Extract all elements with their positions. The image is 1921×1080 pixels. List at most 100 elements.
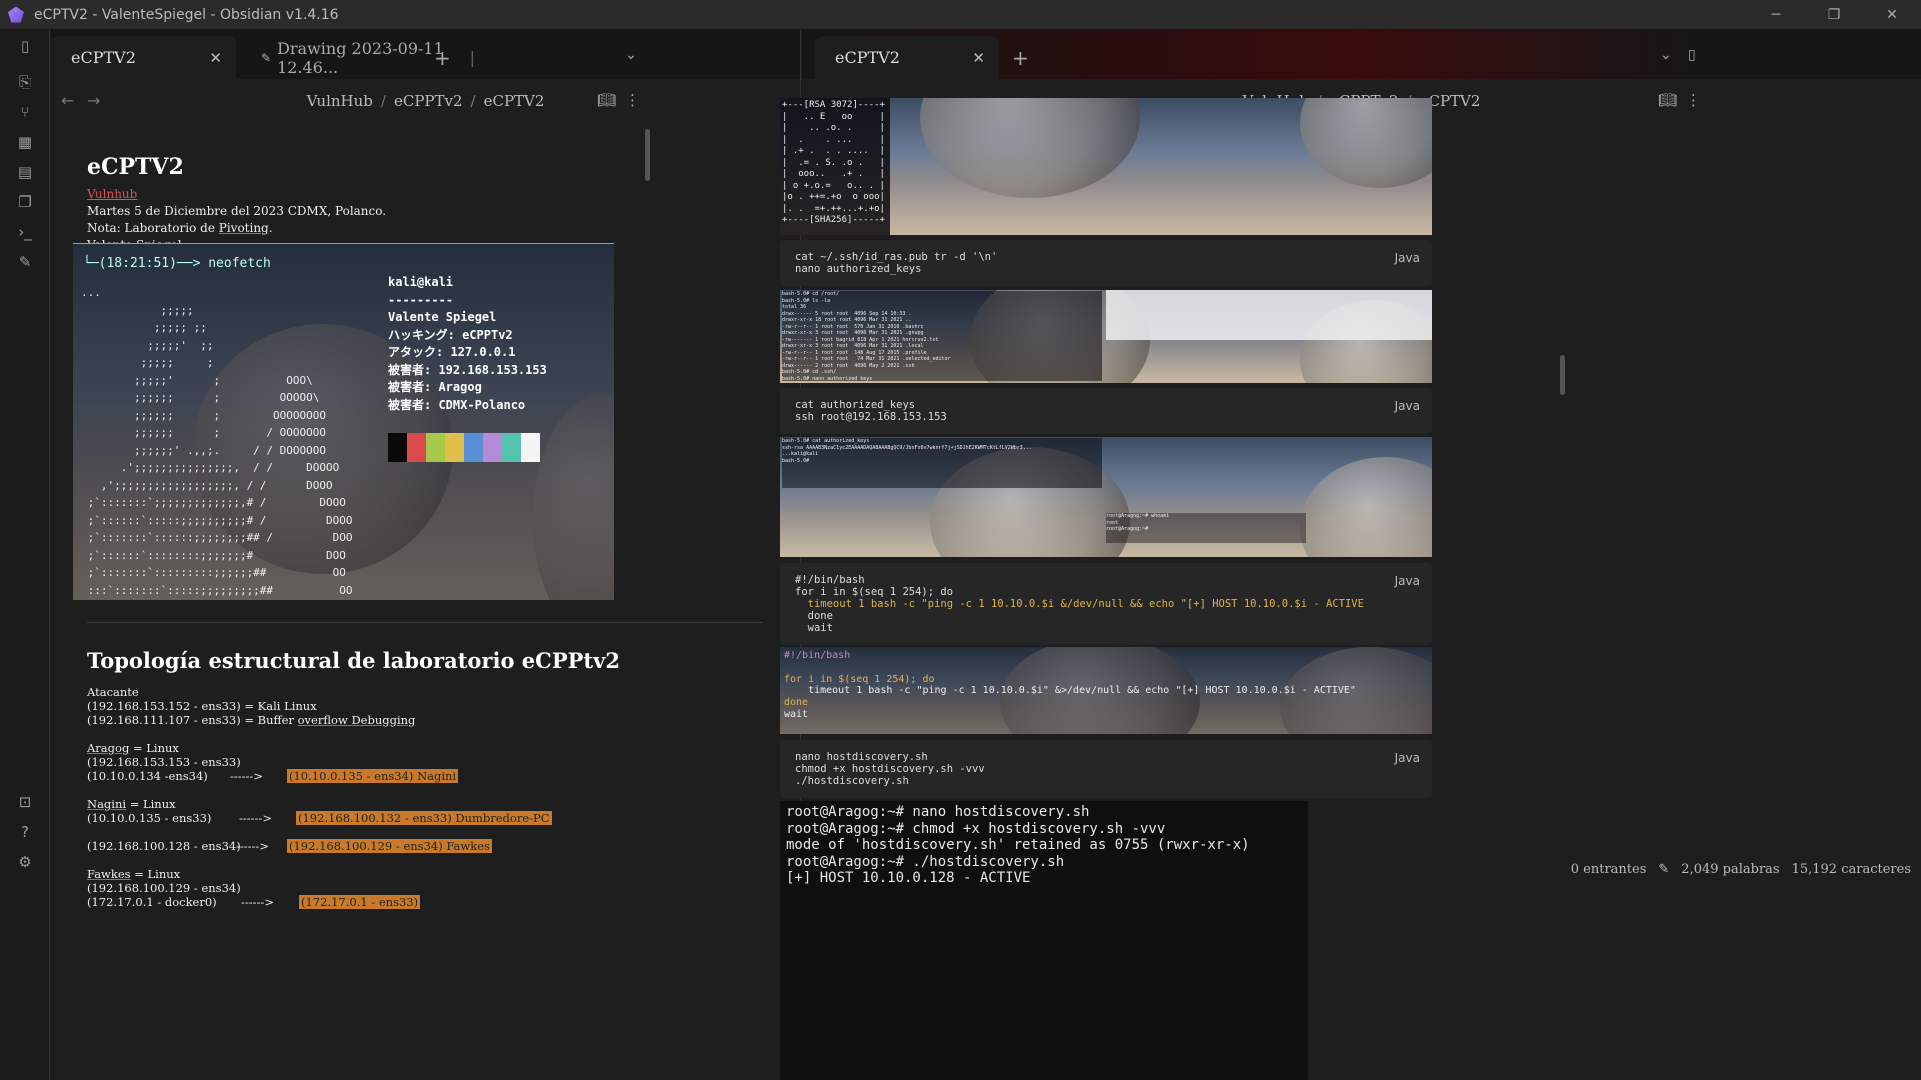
code-line: ssh root@192.168.153.153 [795, 411, 947, 423]
palette-swatch [502, 433, 521, 462]
arrow: ------> [236, 839, 269, 853]
code-line: done [795, 610, 833, 622]
neofetch-info: kali@kali --------- Valente Spiegel ハッキン… [388, 275, 547, 412]
reading-view-icon[interactable]: 📖︎ [1658, 91, 1677, 109]
atacante-line: (192.168.153.152 - ens33) = Kali Linux [87, 699, 317, 713]
fawkes-line: (192.168.100.129 - ens34) [87, 881, 241, 895]
terminal-text: root@Aragog:~# whoami root root@Aragog:~… [1106, 513, 1306, 543]
highlighted-target: (192.168.100.132 - ens33) Dumbredore-PC [296, 811, 552, 825]
aragog-line: (192.168.153.153 - ens33) [87, 755, 241, 769]
title-bar: eCPTV2 - ValenteSpiegel - Obsidian v1.4.… [0, 0, 1921, 29]
palette-swatch [388, 433, 407, 462]
code-block[interactable]: Java #!/bin/bash for i in $(seq 1 254); … [780, 563, 1432, 645]
horizontal-rule [87, 622, 763, 623]
code-line: cat ~/.ssh/id_ras.pub tr -d '\n' [795, 251, 998, 263]
more-options-icon[interactable]: ⋮ [1686, 91, 1701, 109]
ascii-art: ... ;;;;; ;;;;; ;; ;;;;;' ;; ;;;;; ; ;;;… [81, 286, 353, 597]
code-line: ./hostdiscovery.sh [795, 775, 909, 787]
left-note-content[interactable]: eCPTV2 Vulnhub Martes 5 de Diciembre del… [51, 29, 800, 1080]
code-block[interactable]: Java cat authorized_keys ssh root@192.16… [780, 388, 1432, 434]
script-screenshot: #!/bin/bash for i in $(seq 1 254); do ti… [780, 647, 1432, 734]
neofetch-screenshot: └─(18:21:51)──> neofetch ... ;;;;; ;;;;;… [73, 243, 614, 600]
daily-note-icon[interactable]: ▤ [14, 161, 36, 183]
right-scrollbar[interactable] [1560, 355, 1565, 395]
backlinks-count[interactable]: 0 entrantes [1571, 862, 1647, 877]
code-language-label: Java [1394, 574, 1420, 588]
arrow: ------> [241, 895, 274, 909]
vault-switcher-icon[interactable]: ⊡ [14, 791, 36, 813]
tab-ecptv2-right[interactable]: eCPTV2 ✕ [815, 36, 999, 79]
right-tab-bar: eCPTV2 ✕ + ⌄ ▯ [802, 29, 1921, 79]
code-line: cat authorized_keys [795, 399, 916, 411]
vulnhub-link[interactable]: Vulnhub [87, 187, 137, 201]
terminal-text: bash-5.0# cat authorized_keys ssh-rsa AA… [782, 438, 1102, 488]
palette-swatch [445, 433, 464, 462]
highlighted-target: (10.10.0.135 - ens34) Nagini [287, 769, 459, 783]
terminal-output: root@Aragog:~# nano hostdiscovery.sh roo… [780, 801, 1308, 1080]
code-block[interactable]: Java nano hostdiscovery.sh chmod +x host… [780, 740, 1432, 798]
code-language-label: Java [1394, 399, 1420, 413]
garlic-image [1300, 98, 1432, 188]
rsa-randomart: +---[RSA 3072]----+ | .. E oo | | .. .o.… [780, 98, 890, 235]
code-language-label: Java [1394, 251, 1420, 265]
settings-gear-icon[interactable]: ⚙ [14, 851, 36, 873]
excalidraw-icon[interactable]: ✎ [14, 251, 36, 273]
new-tab-icon[interactable]: + [1012, 46, 1029, 70]
meta-date: Martes 5 de Diciembre del 2023 CDMX, Pol… [87, 204, 387, 218]
close-tab-icon[interactable]: ✕ [972, 49, 985, 67]
help-icon[interactable]: ? [14, 821, 36, 843]
left-ribbon: ▯ ⎘ ⑂ ▦ ▤ ❐ ›_ ✎ ⊡ ? ⚙ [0, 29, 50, 1080]
highlighted-target: (192.168.100.129 - ens34) Fawkes [287, 839, 492, 853]
fawkes-line: (172.17.0.1 - docker0) [87, 895, 217, 909]
tab-label: eCPTV2 [835, 48, 900, 67]
terminal-screenshot: bash-5.0# cat authorized_keys ssh-rsa AA… [780, 437, 1432, 557]
aragog-line: (10.10.0.134 -ens34) [87, 769, 208, 783]
canvas-icon[interactable]: ▦ [14, 131, 36, 153]
left-pane: eCPTV2 ✕ ✎ Drawing 2023-09-11 12.46... |… [51, 29, 801, 1080]
palette-swatch [521, 433, 540, 462]
nagini-line: (10.10.0.135 - ens33) [87, 811, 212, 825]
maximize-button[interactable]: ❐ [1805, 0, 1863, 29]
code-line: nano authorized_keys [795, 263, 922, 275]
terminal-screenshot: bash-5.0# cd /root/ bash-5.0# ls -la tot… [780, 290, 1432, 383]
atacante-line: (192.168.111.107 - ens33) = Buffer overf… [87, 713, 416, 727]
garlic-image [920, 98, 1140, 198]
command-palette-icon[interactable]: ›_ [14, 221, 36, 243]
pivoting-link[interactable]: Pivoting [219, 221, 269, 235]
close-window-button[interactable]: ✕ [1863, 0, 1921, 29]
templates-icon[interactable]: ❐ [14, 191, 36, 213]
open-quick-switcher-icon[interactable]: ⎘ [14, 71, 36, 93]
palette-swatch [426, 433, 445, 462]
tab-list-chevron-icon[interactable]: ⌄ [1660, 47, 1672, 63]
code-line: timeout 1 bash -c "ping -c 1 10.10.0.$i … [795, 598, 1364, 610]
terminal-text-highlight [1106, 290, 1432, 340]
status-bar: 0 entrantes ✎ 2,049 palabras 15,192 cara… [1560, 856, 1921, 882]
graph-view-icon[interactable]: ⑂ [14, 101, 36, 123]
arrow: ------> [239, 811, 272, 825]
palette-swatch [407, 433, 426, 462]
window-controls: ─ ❐ ✕ [1747, 0, 1921, 29]
garlic-image [1300, 457, 1432, 557]
palette-swatch [464, 433, 483, 462]
code-block[interactable]: Java cat ~/.ssh/id_ras.pub tr -d '\n' na… [780, 240, 1432, 286]
fawkes-heading: Fawkes = Linux [87, 867, 181, 881]
ssh-keygen-screenshot: +---[RSA 3072]----+ | .. E oo | | .. .o.… [780, 98, 1432, 235]
code-line: chmod +x hostdiscovery.sh -vvv [795, 763, 985, 775]
nagini-heading: Nagini = Linux [87, 797, 176, 811]
code-line: #!/bin/bash [795, 574, 865, 586]
note-title: eCPTV2 [87, 154, 184, 180]
minimize-button[interactable]: ─ [1747, 0, 1805, 29]
terminal-text: bash-5.0# cd /root/ bash-5.0# ls -la tot… [782, 291, 1102, 381]
toggle-sidebar-icon[interactable]: ▯ [14, 35, 36, 57]
terminal-prompt: └─(18:21:51)──> neofetch [83, 256, 271, 271]
palette-swatch [483, 433, 502, 462]
script-text: #!/bin/bash for i in $(seq 1 254); do ti… [780, 647, 1432, 734]
word-count: 2,049 palabras [1681, 861, 1780, 877]
topology-heading: Topología estructural de laboratorio eCP… [87, 648, 620, 673]
toggle-right-sidebar-icon[interactable]: ▯ [1688, 47, 1696, 63]
code-line: for i in $(seq 1 254); do [795, 586, 954, 598]
left-scrollbar[interactable] [645, 129, 650, 181]
code-line: nano hostdiscovery.sh [795, 751, 928, 763]
edit-mode-icon[interactable]: ✎ [1658, 862, 1669, 877]
char-count: 15,192 caracteres [1791, 861, 1911, 877]
